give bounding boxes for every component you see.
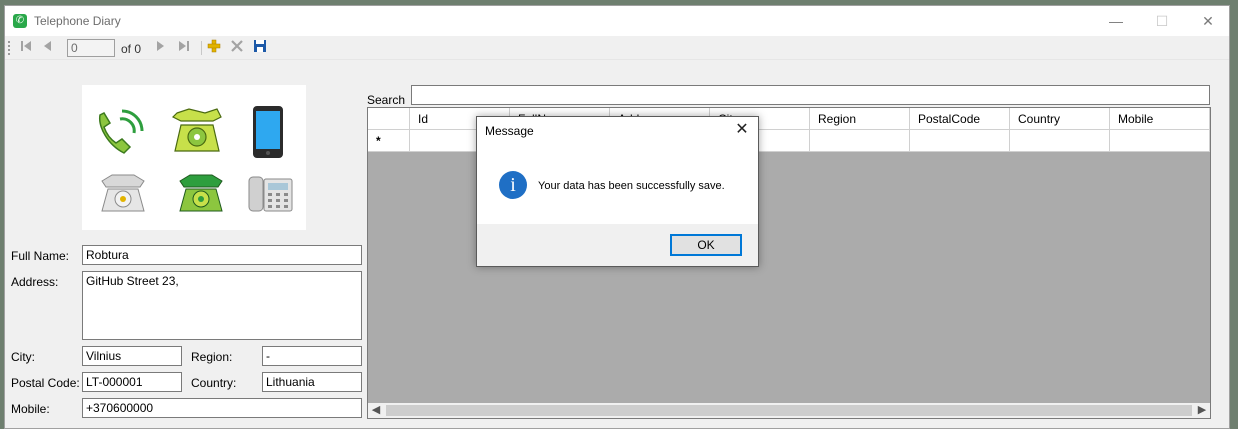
full-name-field[interactable] bbox=[82, 245, 362, 265]
grid-cell[interactable] bbox=[810, 130, 910, 152]
full-name-label: Full Name: bbox=[11, 249, 70, 263]
move-next-icon[interactable] bbox=[151, 39, 169, 57]
city-label: City: bbox=[11, 350, 35, 364]
count-label: of 0 bbox=[121, 42, 142, 56]
delete-icon[interactable] bbox=[228, 39, 246, 57]
column-header-postalcode[interactable]: PostalCode bbox=[910, 108, 1010, 130]
region-field[interactable] bbox=[262, 346, 362, 366]
dialog-footer: OK bbox=[477, 224, 758, 266]
column-header-region[interactable]: Region bbox=[810, 108, 910, 130]
add-new-icon[interactable] bbox=[205, 39, 223, 57]
dialog-close-button[interactable]: ✕ bbox=[732, 119, 752, 141]
toolbar-grip[interactable] bbox=[8, 41, 13, 55]
address-field[interactable]: GitHub Street 23, bbox=[82, 271, 362, 340]
column-header-country[interactable]: Country bbox=[1010, 108, 1110, 130]
message-dialog: Message ✕ i Your data has been successfu… bbox=[476, 116, 759, 267]
info-icon: i bbox=[499, 171, 527, 199]
grid-cell[interactable] bbox=[910, 130, 1010, 152]
handset-icon bbox=[99, 109, 144, 154]
new-row-marker[interactable]: * bbox=[368, 130, 410, 152]
move-last-icon[interactable] bbox=[175, 39, 193, 57]
mobile-label: Mobile: bbox=[11, 402, 50, 416]
ok-button[interactable]: OK bbox=[670, 234, 742, 256]
scroll-left-icon[interactable]: ◀ bbox=[368, 403, 384, 418]
dialog-message: Your data has been successfully save. bbox=[538, 180, 725, 192]
minimize-button[interactable]: — bbox=[1093, 6, 1139, 36]
mobile-field[interactable] bbox=[82, 398, 362, 418]
country-label: Country: bbox=[191, 376, 237, 390]
phone-app-icon: ✆ bbox=[13, 14, 27, 28]
search-label: Search bbox=[367, 93, 406, 107]
postal-code-label: Postal Code: bbox=[11, 376, 80, 390]
grey-rotary-phone-icon bbox=[101, 174, 145, 212]
binding-navigator: of 0 bbox=[5, 36, 1229, 60]
window-title: Telephone Diary bbox=[34, 14, 121, 28]
title-bar[interactable]: ✆ Telephone Diary — ☐ ✕ bbox=[5, 6, 1229, 36]
move-previous-icon[interactable] bbox=[39, 39, 57, 57]
horizontal-scrollbar[interactable]: ◀ ▶ bbox=[368, 403, 1210, 418]
grid-cell[interactable] bbox=[1010, 130, 1110, 152]
row-header-corner bbox=[368, 108, 410, 130]
scroll-right-icon[interactable]: ▶ bbox=[1194, 403, 1210, 418]
position-input[interactable] bbox=[67, 39, 115, 57]
mobile-phone-icon bbox=[253, 106, 283, 158]
save-icon[interactable] bbox=[251, 39, 269, 57]
close-button[interactable]: ✕ bbox=[1185, 6, 1231, 36]
city-field[interactable] bbox=[82, 346, 182, 366]
toolbar-separator bbox=[201, 41, 202, 55]
retro-phone-icon bbox=[171, 108, 222, 152]
region-label: Region: bbox=[191, 350, 233, 364]
address-label: Address: bbox=[11, 275, 59, 289]
maximize-button[interactable]: ☐ bbox=[1139, 6, 1185, 36]
postal-code-field[interactable] bbox=[82, 372, 182, 392]
column-header-mobile[interactable]: Mobile bbox=[1110, 108, 1210, 130]
phones-picture bbox=[82, 85, 306, 230]
dialog-title: Message bbox=[485, 124, 534, 138]
desk-phone-icon bbox=[248, 176, 293, 212]
grid-cell[interactable] bbox=[1110, 130, 1210, 152]
move-first-icon[interactable] bbox=[17, 39, 35, 57]
green-rotary-phone-icon bbox=[179, 174, 223, 212]
search-input[interactable] bbox=[411, 85, 1210, 105]
scroll-thumb[interactable] bbox=[386, 405, 1192, 416]
country-field[interactable] bbox=[262, 372, 362, 392]
